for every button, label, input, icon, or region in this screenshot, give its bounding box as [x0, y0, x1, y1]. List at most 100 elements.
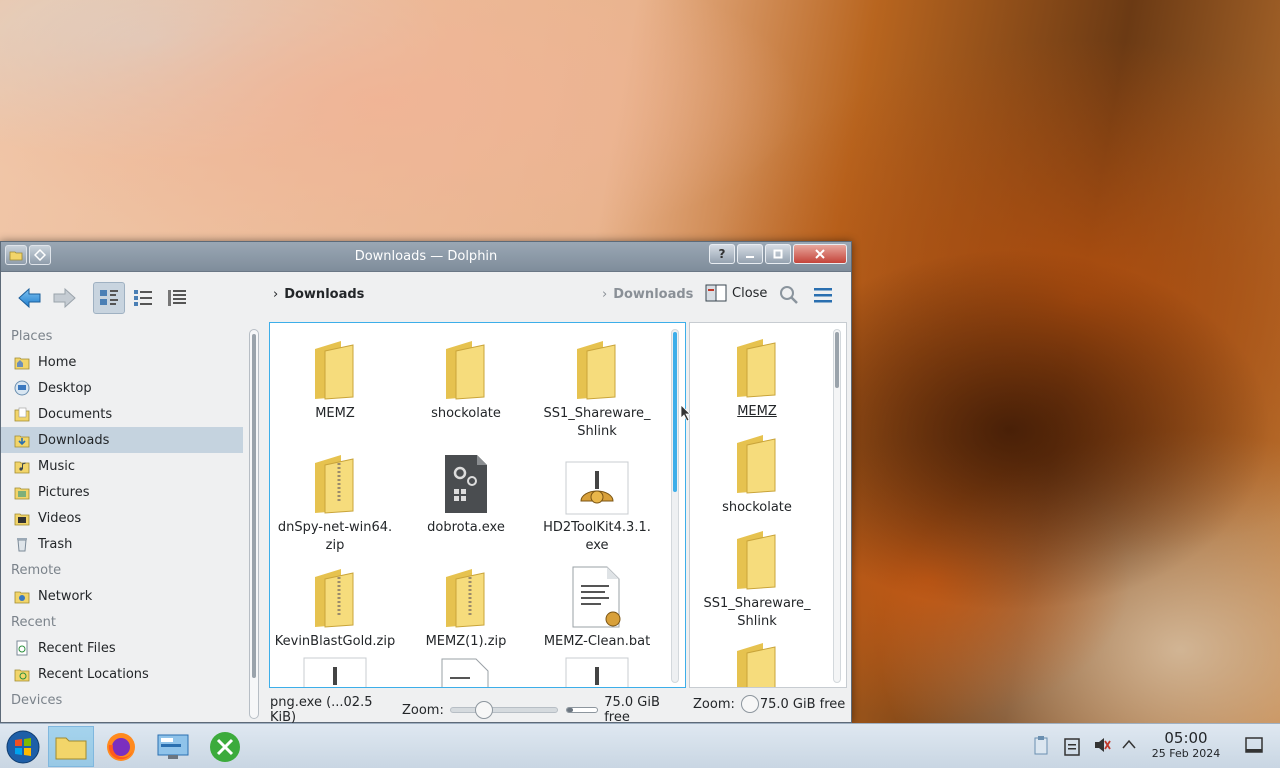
zoom-slider-handle[interactable]	[740, 695, 759, 713]
taskbar-system-monitor[interactable]	[150, 726, 196, 767]
network-folder-icon	[13, 587, 31, 605]
devices-section-header: Devices	[11, 693, 63, 708]
desktop-icon	[13, 379, 31, 397]
place-item-desktop[interactable]: Desktop	[1, 375, 243, 401]
file-item[interactable]: MEMZ-Clean.bat	[532, 557, 662, 651]
start-menu-button[interactable]	[0, 726, 46, 767]
volume-muted-icon[interactable]	[1093, 736, 1111, 758]
remote-section-header: Remote	[11, 563, 62, 578]
recent-section-header: Recent	[11, 615, 56, 630]
close-split-button[interactable]: Close	[705, 284, 767, 302]
notes-tray-icon[interactable]	[1063, 736, 1081, 760]
place-item-home[interactable]: Home	[1, 349, 243, 375]
places-section-header: Places	[11, 329, 53, 344]
place-item-music[interactable]: Music	[1, 453, 243, 479]
titlebar[interactable]: Downloads — Dolphin ?	[1, 242, 851, 272]
installer-icon	[532, 657, 662, 687]
hamburger-menu-icon	[814, 288, 832, 303]
place-item-documents[interactable]: Documents	[1, 401, 243, 427]
details-view-icon	[168, 290, 186, 306]
file-item[interactable]: HD2ToolKit4.3.1. exe	[532, 443, 662, 555]
file-item[interactable]: MEMZ(1).zip	[401, 557, 531, 651]
file-item-partial[interactable]	[692, 639, 822, 687]
folder-icon	[270, 329, 400, 401]
batch-icon	[532, 557, 662, 629]
forward-button[interactable]	[49, 282, 79, 314]
system-monitor-icon	[157, 734, 189, 759]
details-view-button[interactable]	[161, 282, 193, 314]
windows-logo-icon	[6, 730, 40, 763]
search-button[interactable]	[779, 285, 799, 309]
place-item-downloads[interactable]: Downloads	[1, 427, 243, 453]
zoom-slider[interactable]	[449, 701, 559, 719]
places-panel: Places Home Desktop Documents Downloads …	[1, 323, 261, 722]
hamburger-menu-button[interactable]	[813, 287, 833, 307]
clock[interactable]: 05:00 25 Feb 2024	[1146, 731, 1226, 761]
clock-time: 05:00	[1164, 729, 1208, 747]
right-pane-scrollbar[interactable]	[833, 329, 841, 683]
clipboard-tray-icon[interactable]	[1032, 736, 1050, 760]
clock-date: 25 Feb 2024	[1151, 747, 1221, 760]
pictures-folder-icon	[13, 483, 31, 501]
file-item[interactable]: KevinBlastGold.zip	[270, 557, 400, 651]
taskbar-dolphin[interactable]	[48, 726, 94, 767]
taskbar-settings[interactable]	[202, 726, 248, 767]
zip-icon	[270, 443, 400, 515]
documents-icon	[13, 405, 31, 423]
place-item-videos[interactable]: Videos	[1, 505, 243, 531]
file-item[interactable]: dnSpy-net-win64. zip	[270, 443, 400, 555]
help-button[interactable]: ?	[709, 244, 735, 264]
taskbar: 05:00 25 Feb 2024	[0, 723, 1280, 768]
places-scrollbar[interactable]	[249, 329, 259, 719]
trash-icon	[13, 535, 31, 553]
tools-icon	[210, 731, 240, 762]
place-item-pictures[interactable]: Pictures	[1, 479, 243, 505]
folder-icon	[692, 521, 822, 591]
close-window-button[interactable]	[793, 244, 847, 264]
maximize-button[interactable]	[765, 244, 791, 264]
icons-view-button[interactable]	[93, 282, 125, 314]
recent-locations-icon	[13, 665, 31, 683]
downloads-folder-icon	[13, 431, 31, 449]
file-item[interactable]: dobrota.exe	[401, 443, 531, 537]
chevron-right-icon: ›	[273, 287, 279, 302]
folder-icon	[692, 425, 822, 495]
file-item[interactable]: MEMZ	[270, 329, 400, 423]
place-item-recent-locations[interactable]: Recent Locations	[1, 661, 243, 687]
file-item-partial[interactable]	[532, 657, 662, 687]
show-desktop-button[interactable]	[1245, 737, 1263, 759]
free-space-text: 75.0 GiB free	[604, 695, 660, 725]
chevron-up-icon[interactable]	[1122, 738, 1136, 753]
file-item[interactable]: MEMZ	[692, 329, 822, 421]
installer-icon	[532, 443, 662, 515]
installer-icon	[270, 657, 400, 687]
breadcrumb-secondary[interactable]: › Downloads	[602, 287, 693, 302]
minimize-button[interactable]	[737, 244, 763, 264]
file-item-partial[interactable]	[270, 657, 400, 687]
folder-icon	[401, 329, 531, 401]
file-view-left[interactable]: MEMZ shockolate SS1_Shareware_ Shlink dn…	[269, 322, 686, 688]
forward-arrow-icon	[53, 287, 76, 309]
compact-view-button[interactable]	[127, 282, 159, 314]
folder-icon	[55, 737, 87, 759]
place-item-recent-files[interactable]: Recent Files	[1, 635, 243, 661]
file-item[interactable]: SS1_Shareware_ Shlink	[692, 521, 822, 631]
free-space-text: 75.0 GiB free	[759, 696, 846, 712]
breadcrumb-primary[interactable]: › Downloads	[273, 287, 364, 302]
file-view-right[interactable]: MEMZ shockolate SS1_Shareware_ Shlink	[689, 322, 847, 688]
zoom-slider-handle[interactable]	[474, 701, 493, 719]
zoom-label: Zoom:	[693, 696, 735, 712]
folder-icon	[532, 329, 662, 401]
back-button[interactable]	[15, 282, 45, 314]
left-pane-scrollbar[interactable]	[671, 329, 679, 683]
split-view-icon	[705, 284, 727, 302]
titlebar-right-buttons: ?	[709, 244, 847, 264]
place-item-trash[interactable]: Trash	[1, 531, 243, 557]
place-item-network[interactable]: Network	[1, 583, 243, 609]
file-item[interactable]: SS1_Shareware_ Shlink	[532, 329, 662, 441]
file-item[interactable]: shockolate	[692, 425, 822, 517]
file-item-partial[interactable]	[401, 657, 531, 687]
file-item[interactable]: shockolate	[401, 329, 531, 423]
free-space-bar	[566, 707, 599, 713]
taskbar-firefox[interactable]	[98, 726, 144, 767]
